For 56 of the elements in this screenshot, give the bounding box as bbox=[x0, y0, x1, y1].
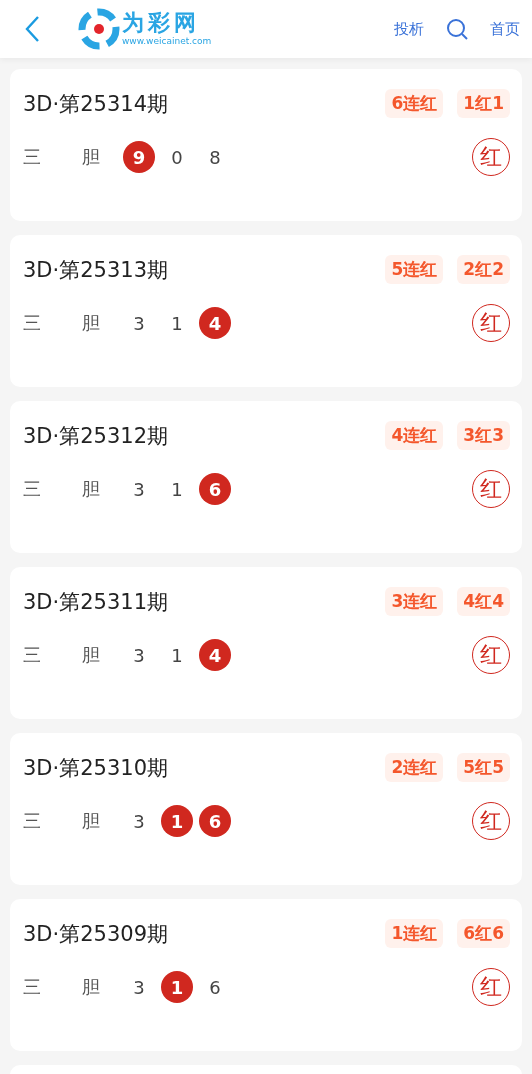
streak-tag: 3连红 bbox=[385, 587, 444, 616]
hit-number-ball: 4 bbox=[199, 307, 231, 339]
streak-tag: 6连红 bbox=[385, 89, 444, 118]
streak-tag: 2红2 bbox=[457, 255, 510, 284]
label-text: 胆 bbox=[82, 643, 101, 667]
hit-number-ball: 1 bbox=[161, 805, 193, 837]
issue-title: 3D·第25313期 bbox=[23, 256, 168, 284]
issue-title: 3D·第25311期 bbox=[23, 588, 168, 616]
label-text: 胆 bbox=[82, 311, 101, 335]
number-text: 8 bbox=[208, 145, 222, 170]
number-text: 1 bbox=[170, 311, 184, 336]
analysis-link[interactable]: 投析 bbox=[394, 19, 424, 39]
streak-tag: 6红6 bbox=[457, 919, 510, 948]
streak-tag: 5红5 bbox=[457, 753, 510, 782]
logo-title: 为彩网 bbox=[122, 11, 201, 35]
label-text: 三 bbox=[23, 975, 42, 999]
streak-tag: 4红4 bbox=[457, 587, 510, 616]
issue-title: 3D·第25310期 bbox=[23, 754, 168, 782]
streak-tag: 1红1 bbox=[457, 89, 510, 118]
label-text: 三 bbox=[23, 643, 42, 667]
number-text: 3 bbox=[132, 809, 146, 834]
hit-number-ball: 6 bbox=[199, 473, 231, 505]
label-text: 三 bbox=[23, 311, 42, 335]
back-icon bbox=[24, 15, 40, 43]
issue-title: 3D·第25309期 bbox=[23, 920, 168, 948]
label-text: 胆 bbox=[82, 477, 101, 501]
number-text: 3 bbox=[132, 311, 146, 336]
number-text: 3 bbox=[132, 975, 146, 1000]
issue-title: 3D·第25312期 bbox=[23, 422, 168, 450]
label-text: 胆 bbox=[82, 975, 101, 999]
search-icon[interactable] bbox=[446, 18, 468, 40]
number-text: 1 bbox=[170, 477, 184, 502]
back-button[interactable] bbox=[24, 15, 40, 43]
number-text: 3 bbox=[132, 477, 146, 502]
number-text: 1 bbox=[170, 643, 184, 668]
label-text: 胆 bbox=[82, 145, 101, 169]
hit-number-ball: 6 bbox=[199, 805, 231, 837]
logo-url: www.weicainet.com bbox=[122, 35, 212, 47]
home-link[interactable]: 首页 bbox=[490, 19, 520, 39]
hit-number-ball: 4 bbox=[199, 639, 231, 671]
hit-number-ball: 1 bbox=[161, 971, 193, 1003]
label-text: 三 bbox=[23, 145, 42, 169]
label-text: 三 bbox=[23, 809, 42, 833]
streak-tag: 2连红 bbox=[385, 753, 444, 782]
logo-icon bbox=[78, 8, 120, 50]
number-text: 3 bbox=[132, 643, 146, 668]
number-text: 6 bbox=[208, 975, 222, 1000]
label-text: 胆 bbox=[82, 809, 101, 833]
streak-tag: 5连红 bbox=[385, 255, 444, 284]
hit-number-ball: 9 bbox=[123, 141, 155, 173]
streak-tag: 3红3 bbox=[457, 421, 510, 450]
issue-title: 3D·第25314期 bbox=[23, 90, 168, 118]
number-text: 0 bbox=[170, 145, 184, 170]
streak-tag: 1连红 bbox=[385, 919, 444, 948]
label-text: 三 bbox=[23, 477, 42, 501]
streak-tag: 4连红 bbox=[385, 421, 444, 450]
